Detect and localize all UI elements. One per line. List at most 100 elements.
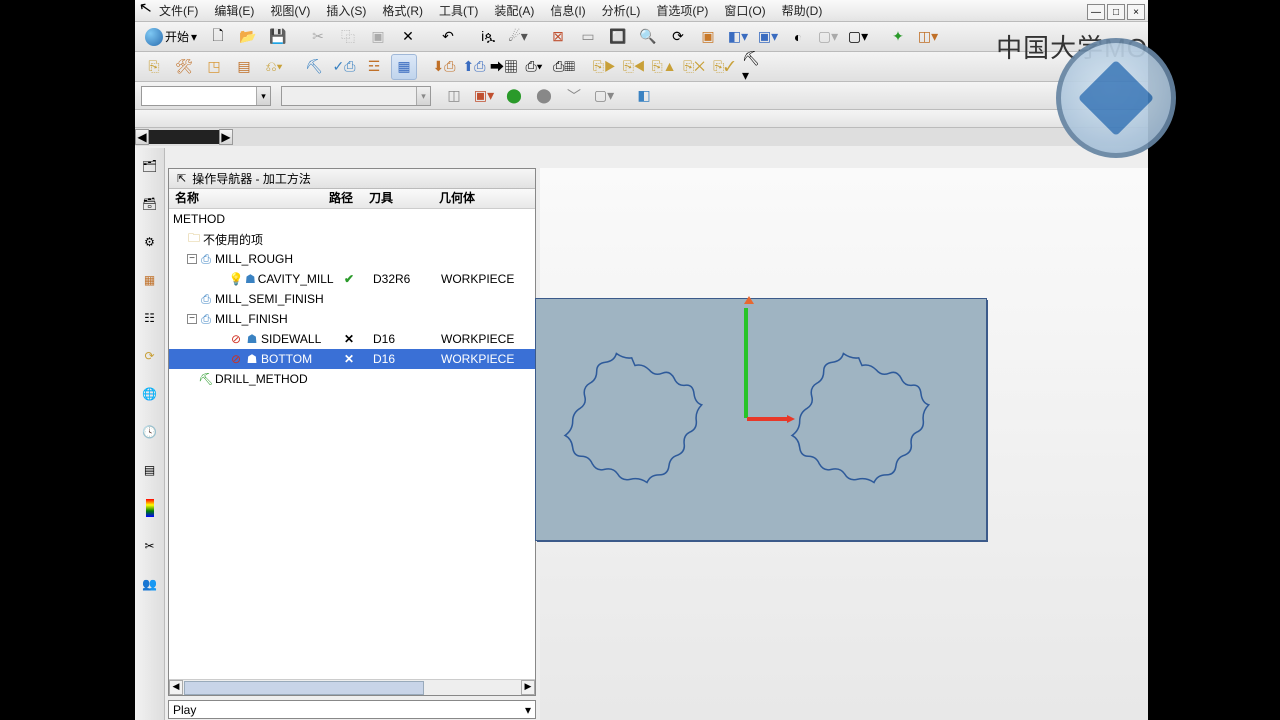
more-button[interactable]: ⛏▾	[741, 54, 767, 80]
sel3-button[interactable]: ⬤	[501, 83, 527, 109]
tune-button[interactable]: ⟳	[138, 344, 162, 368]
open-button[interactable]: 📂	[235, 24, 261, 50]
box-tool-button[interactable]: ◫▾	[915, 24, 941, 50]
assembly-nav-button[interactable]: 🗂	[138, 154, 162, 178]
paste-button[interactable]: ▣	[365, 24, 391, 50]
colorbar-button[interactable]	[138, 496, 162, 520]
tree-node-bottom[interactable]: ⊘☗BOTTOM ✕ D16 WORKPIECE	[169, 349, 535, 369]
collapse-icon[interactable]: −	[187, 314, 197, 324]
reuse-button[interactable]: ☷	[138, 306, 162, 330]
col-tool[interactable]: 刀具	[369, 189, 439, 208]
post-button[interactable]: ⬇⎙	[431, 54, 457, 80]
menu-window[interactable]: 窗口(O)	[718, 0, 771, 21]
sheet-button[interactable]: ▤	[138, 458, 162, 482]
save-button[interactable]: 💾	[265, 24, 291, 50]
scroll-right-icon[interactable]: ▶	[521, 680, 535, 695]
scroll-left-icon[interactable]: ◀	[169, 680, 183, 695]
wireframe-button[interactable]: ▣▾	[755, 24, 781, 50]
list-button[interactable]: ☲	[361, 54, 387, 80]
play-combo[interactable]: Play ▾	[168, 700, 536, 719]
menu-tools[interactable]: 工具(T)	[433, 0, 484, 21]
create-geometry-button[interactable]: ◳	[201, 54, 227, 80]
undo-button[interactable]: ↶	[435, 24, 461, 50]
delete-button[interactable]: ✕	[395, 24, 421, 50]
white-square-button[interactable]: ▢▾	[845, 24, 871, 50]
menu-file[interactable]: 文件(F)	[153, 0, 204, 21]
measure-button[interactable]: ✂	[138, 534, 162, 558]
contrast-button[interactable]: ◐	[785, 24, 811, 50]
roles-button[interactable]: 👥	[138, 572, 162, 596]
col-geom[interactable]: 几何体	[439, 189, 529, 208]
create-method-button[interactable]: ▤	[231, 54, 257, 80]
select-rect-button[interactable]: ⊠	[545, 24, 571, 50]
sel4-button[interactable]: ⬤	[531, 83, 557, 109]
new-button[interactable]: 🗋	[205, 24, 231, 50]
history-button[interactable]: 🕓	[138, 420, 162, 444]
menu-format[interactable]: 格式(R)	[376, 0, 429, 21]
clip1-button[interactable]: ⎘▶	[591, 54, 617, 80]
part-nav-button[interactable]: 🗃	[138, 192, 162, 216]
zoom-button[interactable]: 🔍	[635, 24, 661, 50]
sel1-button[interactable]: ◫	[441, 83, 467, 109]
clip3-button[interactable]: ⎘▲	[651, 54, 677, 80]
menu-insert[interactable]: 插入(S)	[320, 0, 372, 21]
box-button[interactable]: ▭	[575, 24, 601, 50]
tree-node-sidewall[interactable]: ⊘☗SIDEWALL ✕ D16 WORKPIECE	[169, 329, 535, 349]
navigator-hscroll[interactable]: ◀ ▶	[169, 679, 535, 695]
tree-node-cavity[interactable]: 💡☗CAVITY_MILL ✔ D32R6 WORKPIECE	[169, 269, 535, 289]
shaded-button[interactable]: ◧▾	[725, 24, 751, 50]
menu-assembly[interactable]: 装配(A)	[488, 0, 540, 21]
sel6-button[interactable]: ▢▾	[591, 83, 617, 109]
scope-combo[interactable]: ▾	[281, 86, 431, 106]
tree-node-unused[interactable]: 🗀不使用的项	[169, 229, 535, 249]
create-operation-button[interactable]: ⎌▾	[261, 54, 287, 80]
minimize-button[interactable]: —	[1087, 4, 1105, 20]
col-path[interactable]: 路径	[329, 189, 369, 208]
ops2-button[interactable]: ⎙▾	[521, 54, 547, 80]
col-name[interactable]: 名称	[169, 189, 329, 208]
menu-help[interactable]: 帮助(D)	[776, 0, 829, 21]
shop-button[interactable]: ⬆⎙	[461, 54, 487, 80]
simulate-button[interactable]: ▦	[391, 54, 417, 80]
active-tab[interactable]	[149, 130, 219, 144]
menu-view[interactable]: 视图(V)	[264, 0, 316, 21]
ie-button[interactable]: 🌐	[138, 382, 162, 406]
graphics-viewport[interactable]	[540, 168, 1148, 720]
tab-scroll-right[interactable]: ▶	[219, 129, 233, 145]
command-finder-button[interactable]: iጷ	[475, 24, 501, 50]
mach-nav-button[interactable]: ▦	[138, 268, 162, 292]
help-toggle-button[interactable]: ☄▾	[505, 24, 531, 50]
maximize-button[interactable]: □	[1107, 4, 1125, 20]
pin-icon[interactable]: ⇱	[177, 172, 186, 185]
tree-node-finish[interactable]: −⎙MILL_FINISH	[169, 309, 535, 329]
tree-node-semi[interactable]: ⎙MILL_SEMI_FINISH	[169, 289, 535, 309]
tree-node-method[interactable]: METHOD	[169, 209, 535, 229]
gray-square-button[interactable]: ▢▾	[815, 24, 841, 50]
sel7-button[interactable]: ◧	[631, 83, 657, 109]
scroll-thumb[interactable]	[184, 681, 424, 695]
op-nav-button[interactable]: ⚙	[138, 230, 162, 254]
close-button[interactable]: ×	[1127, 4, 1145, 20]
menu-info[interactable]: 信息(I)	[544, 0, 591, 21]
start-button[interactable]: 开始 ▾	[141, 26, 201, 48]
create-program-button[interactable]: ⎘	[141, 54, 167, 80]
sel2-button[interactable]: ▣▾	[471, 83, 497, 109]
filter-combo[interactable]: ▾	[141, 86, 271, 106]
pan-button[interactable]: ▣	[695, 24, 721, 50]
clip2-button[interactable]: ⎘◀	[621, 54, 647, 80]
sel5-button[interactable]: ﹀	[561, 83, 587, 109]
menu-analysis[interactable]: 分析(L)	[596, 0, 647, 21]
clip5-button[interactable]: ⎘✓	[711, 54, 737, 80]
ops3-button[interactable]: ⎙▦	[551, 54, 577, 80]
verify-button[interactable]: ✓⎙	[331, 54, 357, 80]
tree-node-rough[interactable]: −⎙MILL_ROUGH	[169, 249, 535, 269]
wcs-button[interactable]: ✦	[885, 24, 911, 50]
gen-path-button[interactable]: ⛏	[301, 54, 327, 80]
menu-prefs[interactable]: 首选项(P)	[650, 0, 714, 21]
create-tool-button[interactable]: 🛠	[171, 54, 197, 80]
tab-scroll-left[interactable]: ◀	[135, 129, 149, 145]
clip4-button[interactable]: ⎘✕	[681, 54, 707, 80]
menu-edit[interactable]: 编辑(E)	[208, 0, 260, 21]
collapse-icon[interactable]: −	[187, 254, 197, 264]
copy-button[interactable]: ⿻	[335, 24, 361, 50]
